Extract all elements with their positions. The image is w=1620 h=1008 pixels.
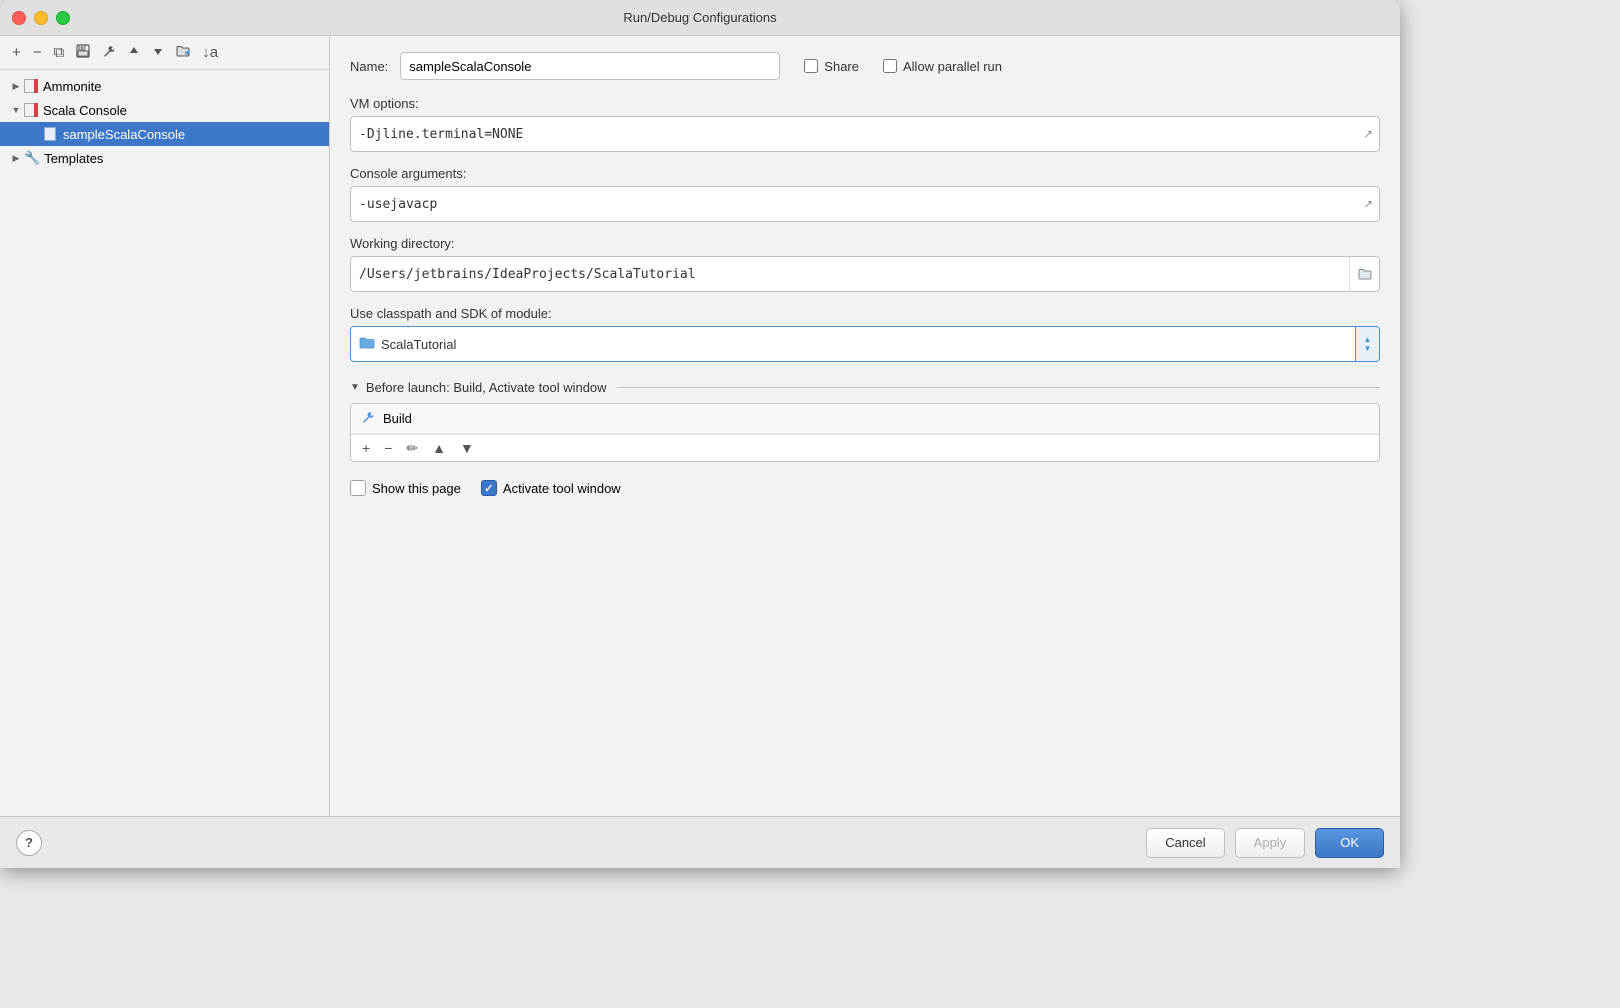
- module-value: ScalaTutorial: [381, 337, 456, 352]
- working-dir-input[interactable]: [351, 257, 1349, 291]
- console-args-group: Console arguments: ↗: [350, 166, 1380, 222]
- sample-file-icon: [44, 127, 58, 141]
- before-launch-up-button[interactable]: ▲: [427, 439, 451, 457]
- before-launch-header: ▼ Before launch: Build, Activate tool wi…: [350, 376, 1380, 399]
- sidebar-item-ammonite[interactable]: ▶ Ammonite: [0, 74, 329, 98]
- before-launch-table: Build + − ✏ ▲ ▼: [350, 403, 1380, 462]
- working-dir-group: Working directory:: [350, 236, 1380, 292]
- bottom-actions: Cancel Apply OK: [1146, 828, 1384, 858]
- show-this-page-label: Show this page: [372, 481, 461, 496]
- before-launch-toolbar: + − ✏ ▲ ▼: [351, 434, 1379, 461]
- activate-tool-window-label: Activate tool window: [503, 481, 621, 496]
- traffic-lights: [12, 11, 70, 25]
- scala-console-arrow: ▼: [8, 102, 24, 118]
- help-button[interactable]: ?: [16, 830, 42, 856]
- vm-options-expand-icon[interactable]: ↗: [1364, 128, 1373, 141]
- before-launch-edit-button[interactable]: ✏: [401, 439, 423, 457]
- vm-options-label: VM options:: [350, 96, 1380, 111]
- show-this-page-checkbox[interactable]: [350, 480, 366, 496]
- before-launch-toggle[interactable]: ▼: [350, 382, 360, 393]
- vm-options-container: ↗: [350, 116, 1380, 152]
- console-args-label: Console arguments:: [350, 166, 1380, 181]
- before-launch-down-button[interactable]: ▼: [455, 439, 479, 457]
- name-input[interactable]: [400, 52, 780, 80]
- module-selector-container: ScalaTutorial ▲ ▼: [350, 326, 1380, 362]
- before-launch-build-label: Build: [383, 411, 412, 426]
- before-launch-title: Before launch: Build, Activate tool wind…: [366, 380, 607, 395]
- save-config-button[interactable]: [72, 42, 94, 63]
- share-label: Share: [824, 59, 859, 74]
- templates-arrow: ▶: [8, 150, 24, 166]
- before-launch-build-row[interactable]: Build: [351, 404, 1379, 434]
- allow-parallel-group: Allow parallel run: [883, 59, 1002, 74]
- templates-label: Templates: [44, 151, 103, 166]
- module-folder-icon: [359, 336, 375, 353]
- apply-button[interactable]: Apply: [1235, 828, 1306, 858]
- working-dir-label: Working directory:: [350, 236, 1380, 251]
- move-down-button[interactable]: [148, 43, 168, 62]
- templates-wrench-icon: 🔧: [24, 150, 40, 166]
- share-group: Share: [804, 59, 859, 74]
- module-spinner-button[interactable]: ▲ ▼: [1355, 327, 1379, 361]
- ammonite-label: Ammonite: [43, 79, 102, 94]
- move-up-button[interactable]: [124, 43, 144, 62]
- scala-console-icon: [24, 103, 38, 117]
- sidebar: + − ⧉: [0, 36, 330, 816]
- settings-config-button[interactable]: [98, 42, 120, 63]
- activate-tool-window-checkbox[interactable]: [481, 480, 497, 496]
- sidebar-toolbar: + − ⧉: [0, 36, 329, 70]
- sidebar-item-sample-scala-console[interactable]: sampleScalaConsole: [0, 122, 329, 146]
- activate-tool-window-group: Activate tool window: [481, 480, 621, 496]
- title-bar: Run/Debug Configurations: [0, 0, 1400, 36]
- name-label: Name:: [350, 59, 388, 74]
- bottom-bar: ? Cancel Apply OK: [0, 816, 1400, 868]
- before-launch-divider: [617, 387, 1380, 388]
- module-group: Use classpath and SDK of module: ScalaTu…: [350, 306, 1380, 362]
- main-content: + − ⧉: [0, 36, 1400, 816]
- module-selector-display[interactable]: ScalaTutorial: [351, 327, 1355, 361]
- copy-config-button[interactable]: ⧉: [50, 43, 69, 62]
- ammonite-icon: [24, 79, 38, 93]
- sample-arrow: [28, 126, 44, 142]
- before-launch-remove-button[interactable]: −: [379, 439, 397, 457]
- console-args-expand-icon[interactable]: ↗: [1364, 198, 1373, 211]
- before-launch-section: ▼ Before launch: Build, Activate tool wi…: [350, 376, 1380, 500]
- sidebar-item-templates[interactable]: ▶ 🔧 Templates: [0, 146, 329, 170]
- vm-options-group: VM options: ↗: [350, 96, 1380, 152]
- sample-scala-console-label: sampleScalaConsole: [63, 127, 185, 142]
- build-icon: [361, 410, 375, 427]
- allow-parallel-checkbox[interactable]: [883, 59, 897, 73]
- spinner-up-icon: ▲: [1364, 336, 1372, 344]
- add-config-button[interactable]: +: [8, 43, 25, 62]
- module-label: Use classpath and SDK of module:: [350, 306, 1380, 321]
- show-this-page-group: Show this page: [350, 480, 461, 496]
- right-panel: Name: Share Allow parallel run VM option…: [330, 36, 1400, 816]
- name-row: Name: Share Allow parallel run: [350, 52, 1380, 80]
- console-args-input[interactable]: [351, 187, 1379, 221]
- window-title: Run/Debug Configurations: [623, 10, 776, 25]
- working-dir-browse-button[interactable]: [1349, 257, 1379, 291]
- maximize-button[interactable]: [56, 11, 70, 25]
- vm-options-input[interactable]: [351, 117, 1379, 151]
- remove-config-button[interactable]: −: [29, 43, 46, 62]
- ammonite-arrow: ▶: [8, 78, 24, 94]
- new-folder-button[interactable]: [172, 43, 194, 62]
- before-launch-add-button[interactable]: +: [357, 439, 375, 457]
- share-checkbox[interactable]: [804, 59, 818, 73]
- ok-button[interactable]: OK: [1315, 828, 1384, 858]
- bottom-checkboxes: Show this page Activate tool window: [350, 476, 1380, 500]
- sidebar-item-scala-console[interactable]: ▼ Scala Console: [0, 98, 329, 122]
- spinner-down-icon: ▼: [1364, 345, 1372, 353]
- working-dir-container: [350, 256, 1380, 292]
- console-args-container: ↗: [350, 186, 1380, 222]
- close-button[interactable]: [12, 11, 26, 25]
- scala-console-label: Scala Console: [43, 103, 127, 118]
- tree-container: ▶ Ammonite ▼ Scala Console: [0, 70, 329, 174]
- minimize-button[interactable]: [34, 11, 48, 25]
- sort-button[interactable]: ↓a: [198, 43, 222, 62]
- allow-parallel-label: Allow parallel run: [903, 59, 1002, 74]
- cancel-button[interactable]: Cancel: [1146, 828, 1224, 858]
